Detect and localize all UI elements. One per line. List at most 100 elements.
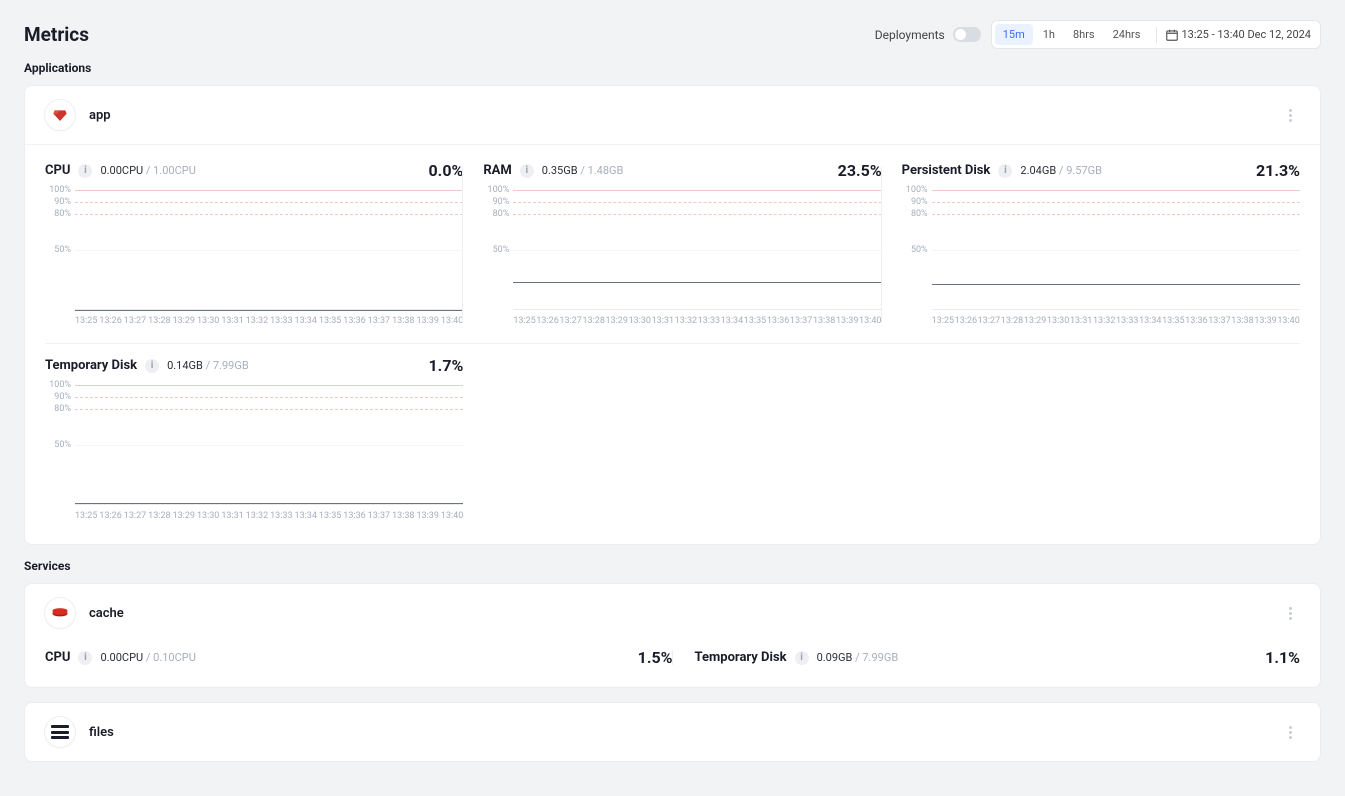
xlabel: 13:35 xyxy=(744,316,766,330)
metric-percent: 1.7% xyxy=(429,356,464,375)
xlabel: 13:34 xyxy=(295,316,317,330)
deployments-toggle[interactable] xyxy=(953,27,981,42)
ylabel: 50% xyxy=(493,245,510,255)
cache-metric-cpu: CPU i 0.00CPU / 0.10CPU 1.5% xyxy=(45,642,673,673)
metric-usage: 2.04GB / 9.57GB xyxy=(1020,164,1102,177)
metric-percent: 21.3% xyxy=(1256,161,1300,180)
time-range-group: 15m1h8hrs24hrs 13:25 - 13:40 Dec 12, 202… xyxy=(991,20,1321,49)
xlabel: 13:27 xyxy=(124,511,146,525)
xlabel: 13:39 xyxy=(416,316,438,330)
date-range-label[interactable]: 13:25 - 13:40 Dec 12, 2024 xyxy=(1181,28,1317,41)
info-icon[interactable]: i xyxy=(998,164,1012,178)
metric-ram: RAMi0.35GB / 1.48GB23.5%100%90%80%50%13:… xyxy=(463,149,881,335)
ylabel: 80% xyxy=(54,209,71,219)
metric-name: Temporary Disk xyxy=(695,650,787,665)
ylabel: 80% xyxy=(911,209,928,219)
xlabel: 13:27 xyxy=(124,316,146,330)
xlabel: 13:30 xyxy=(197,511,219,525)
metric-usage: 0.35GB / 1.48GB xyxy=(542,164,624,177)
ruby-icon xyxy=(52,107,68,123)
ylabel: 100% xyxy=(906,185,928,195)
xlabel: 13:27 xyxy=(559,316,581,330)
metric-chart: 100%90%80%50%13:2513:2613:2713:2813:2913… xyxy=(483,190,881,330)
xlabel: 13:28 xyxy=(148,511,170,525)
metric-usage: 0.00CPU / 0.10CPU xyxy=(100,651,195,664)
ylabel: 50% xyxy=(911,245,928,255)
xlabel: 13:32 xyxy=(675,316,697,330)
metric-chart: 100%90%80%50%13:2513:2613:2713:2813:2913… xyxy=(902,190,1300,330)
xlabel: 13:35 xyxy=(319,316,341,330)
xlabel: 13:28 xyxy=(1001,316,1023,330)
xlabel: 13:29 xyxy=(173,316,195,330)
metric-name: Persistent Disk xyxy=(902,163,991,178)
xlabel: 13:38 xyxy=(392,316,414,330)
metric-name: CPU xyxy=(45,650,70,665)
xlabel: 13:26 xyxy=(99,316,121,330)
xlabel: 13:31 xyxy=(221,316,243,330)
info-icon[interactable]: i xyxy=(78,651,92,665)
cache-metric-temporary-disk: Temporary Diski0.09GB / 7.99GB1.1% xyxy=(673,642,1301,673)
xlabel: 13:40 xyxy=(441,511,463,525)
xlabel: 13:28 xyxy=(148,316,170,330)
xlabel: 13:35 xyxy=(1162,316,1184,330)
xlabel: 13:38 xyxy=(813,316,835,330)
xlabel: 13:30 xyxy=(629,316,651,330)
xlabel: 13:40 xyxy=(1277,316,1299,330)
xlabel: 13:25 xyxy=(75,316,97,330)
cache-name: cache xyxy=(89,606,124,621)
info-icon[interactable]: i xyxy=(145,359,159,373)
range-15m[interactable]: 15m xyxy=(995,24,1033,45)
metric-persistent-disk: Persistent Disk i 2.04GB / 9.57GB 21.3% 100%… xyxy=(882,149,1300,335)
files-card: files xyxy=(24,702,1321,762)
redis-icon xyxy=(51,606,69,620)
xlabel: 13:36 xyxy=(343,316,365,330)
info-icon[interactable]: i xyxy=(78,164,92,178)
app-icon-badge xyxy=(45,100,75,130)
ylabel: 90% xyxy=(911,197,928,207)
cache-icon-badge xyxy=(45,598,75,628)
xlabel: 13:37 xyxy=(368,511,390,525)
files-icon-badge xyxy=(45,717,75,747)
range-1h[interactable]: 1h xyxy=(1035,24,1063,45)
xlabel: 13:29 xyxy=(1024,316,1046,330)
files-more-button[interactable] xyxy=(1280,722,1300,742)
xlabel: 13:31 xyxy=(221,511,243,525)
xlabel: 13:37 xyxy=(368,316,390,330)
xlabel: 13:33 xyxy=(1116,316,1138,330)
xlabel: 13:28 xyxy=(582,316,604,330)
app-name: app xyxy=(89,108,111,123)
xlabel: 13:33 xyxy=(698,316,720,330)
range-24hrs[interactable]: 24hrs xyxy=(1105,24,1149,45)
metric-temporary-disk: Temporary Diski0.14GB / 7.99GB1.7%100%90… xyxy=(45,344,463,530)
xlabel: 13:39 xyxy=(836,316,858,330)
xlabel: 13:31 xyxy=(1070,316,1092,330)
range-8hrs[interactable]: 8hrs xyxy=(1065,24,1103,45)
xlabel: 13:40 xyxy=(859,316,881,330)
info-icon[interactable]: i xyxy=(795,651,809,665)
xlabel: 13:37 xyxy=(790,316,812,330)
xlabel: 13:35 xyxy=(319,511,341,525)
xlabel: 13:34 xyxy=(721,316,743,330)
metric-percent: 0.0% xyxy=(429,161,464,180)
metric-percent: 23.5% xyxy=(838,161,882,180)
xlabel: 13:33 xyxy=(270,511,292,525)
xlabel: 13:34 xyxy=(1139,316,1161,330)
xlabel: 13:36 xyxy=(343,511,365,525)
xlabel: 13:33 xyxy=(270,316,292,330)
xlabel: 13:26 xyxy=(955,316,977,330)
metric-cpu: CPUi0.00CPU / 1.00CPU0.0%100%90%80%50%13… xyxy=(45,149,463,335)
xlabel: 13:25 xyxy=(513,316,535,330)
ylabel: 80% xyxy=(493,209,510,219)
app-card: app CPUi0.00CPU / 1.00CPU0.0%100%90%80%5… xyxy=(24,85,1321,545)
metric-percent: 1.5% xyxy=(638,648,673,667)
xlabel: 13:36 xyxy=(1185,316,1207,330)
info-icon[interactable]: i xyxy=(520,164,534,178)
xlabel: 13:37 xyxy=(1208,316,1230,330)
xlabel: 13:39 xyxy=(416,511,438,525)
app-more-button[interactable] xyxy=(1280,105,1300,125)
ylabel: 100% xyxy=(488,185,510,195)
xlabel: 13:31 xyxy=(652,316,674,330)
xlabel: 13:38 xyxy=(1231,316,1253,330)
cache-more-button[interactable] xyxy=(1280,603,1300,623)
xlabel: 13:26 xyxy=(536,316,558,330)
